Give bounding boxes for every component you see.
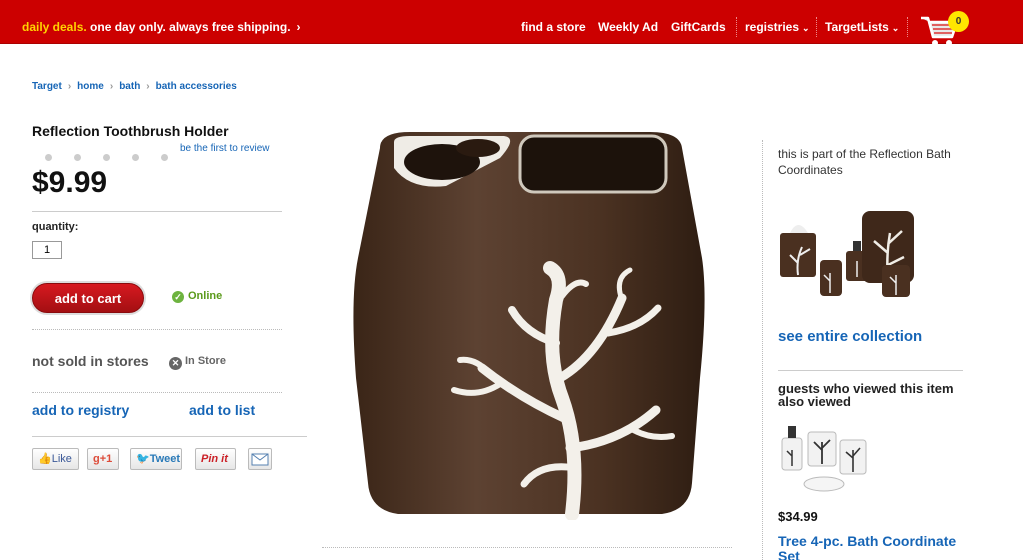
divider bbox=[778, 370, 963, 371]
nav-divider bbox=[907, 17, 908, 37]
chevron-right-icon: › bbox=[109, 81, 114, 92]
nav-giftcards[interactable]: GiftCards bbox=[671, 20, 726, 34]
breadcrumb-bath-accessories[interactable]: bath accessories bbox=[156, 81, 237, 92]
cart-count-badge: 0 bbox=[948, 11, 969, 32]
recommended-product-image[interactable] bbox=[778, 418, 870, 496]
google-plus-button[interactable]: g+1 bbox=[87, 448, 119, 470]
see-entire-collection-link[interactable]: see entire collection bbox=[778, 328, 922, 345]
online-availability: ✓ Online bbox=[172, 290, 222, 303]
chevron-right-icon: › bbox=[67, 81, 72, 92]
tweet-label: Tweet bbox=[149, 453, 181, 465]
breadcrumb-bath[interactable]: bath bbox=[119, 81, 140, 92]
top-banner: daily deals. one day only. always free s… bbox=[0, 0, 1023, 46]
add-to-cart-button[interactable]: add to cart bbox=[32, 283, 144, 313]
quantity-label: quantity: bbox=[32, 221, 79, 233]
quantity-input[interactable] bbox=[32, 241, 62, 259]
email-share-button[interactable] bbox=[248, 448, 272, 470]
chevron-down-icon: ⌄ bbox=[802, 23, 810, 33]
breadcrumb: Target › home › bath › bath accessories bbox=[32, 81, 237, 92]
online-status-label: Online bbox=[188, 290, 223, 302]
product-price: $9.99 bbox=[32, 166, 108, 199]
twitter-bird-icon: 🐦 bbox=[136, 453, 150, 465]
like-label: Like bbox=[51, 453, 72, 465]
in-store-availability: ✕ In Store bbox=[169, 355, 226, 370]
pin-it-button[interactable]: Pin it bbox=[195, 448, 236, 470]
envelope-icon bbox=[251, 453, 269, 466]
chevron-right-icon: › bbox=[146, 81, 150, 92]
deals-highlight: daily deals. bbox=[22, 20, 87, 34]
recommended-price: $34.99 bbox=[778, 509, 818, 524]
divider bbox=[322, 547, 732, 548]
rating-dot-icon bbox=[132, 154, 139, 161]
daily-deals-link[interactable]: daily deals. one day only. always free s… bbox=[22, 20, 301, 34]
chevron-down-icon: ⌄ bbox=[891, 23, 900, 33]
divider bbox=[32, 436, 307, 437]
deals-text: one day only. always free shipping. bbox=[86, 20, 291, 34]
nav-targetlists[interactable]: TargetLists ⌄ bbox=[825, 20, 899, 34]
nav-registries-label: registries bbox=[745, 20, 800, 34]
nav-registries[interactable]: registries ⌄ bbox=[745, 20, 810, 34]
divider bbox=[32, 392, 282, 393]
add-to-registry-link[interactable]: add to registry bbox=[32, 402, 129, 418]
x-circle-icon: ✕ bbox=[169, 357, 182, 370]
add-to-list-link[interactable]: add to list bbox=[189, 402, 255, 418]
check-circle-icon: ✓ bbox=[172, 291, 184, 303]
product-title: Reflection Toothbrush Holder bbox=[32, 123, 229, 139]
thumbs-up-icon: 👍 bbox=[38, 453, 52, 465]
nav-targetlists-label: TargetLists bbox=[825, 20, 889, 34]
column-divider bbox=[762, 140, 763, 560]
rating-dot-icon bbox=[74, 154, 81, 161]
google-g-icon: g bbox=[93, 453, 100, 465]
breadcrumb-home[interactable]: home bbox=[77, 81, 104, 92]
gplus-label: +1 bbox=[99, 453, 113, 465]
also-viewed-heading: guests who viewed this item also viewed bbox=[778, 381, 954, 409]
rating-stars bbox=[45, 148, 190, 166]
in-store-label: In Store bbox=[185, 355, 226, 367]
not-sold-in-stores: not sold in stores bbox=[32, 353, 149, 369]
collection-intro: this is part of the Reflection Bath Coor… bbox=[778, 147, 951, 177]
divider bbox=[32, 329, 282, 330]
divider bbox=[32, 211, 282, 212]
recommended-product-link[interactable]: Tree 4-pc. Bath Coordinate Set bbox=[778, 534, 978, 560]
rating-dot-icon bbox=[45, 154, 52, 161]
rating-dot-icon bbox=[161, 154, 168, 161]
product-image bbox=[353, 132, 705, 520]
breadcrumb-target[interactable]: Target bbox=[32, 81, 62, 92]
facebook-like-button[interactable]: 👍Like bbox=[32, 448, 79, 470]
tweet-button[interactable]: 🐦Tweet bbox=[130, 448, 182, 470]
nav-divider bbox=[816, 17, 817, 37]
nav-find-a-store[interactable]: find a store bbox=[521, 20, 586, 34]
first-review-link[interactable]: be the first to review bbox=[180, 143, 269, 154]
nav-divider bbox=[736, 17, 737, 37]
nav-weekly-ad[interactable]: Weekly Ad bbox=[598, 20, 658, 34]
collection-image[interactable] bbox=[778, 205, 918, 300]
deals-arrow-icon: › bbox=[296, 20, 301, 34]
rating-dot-icon bbox=[103, 154, 110, 161]
